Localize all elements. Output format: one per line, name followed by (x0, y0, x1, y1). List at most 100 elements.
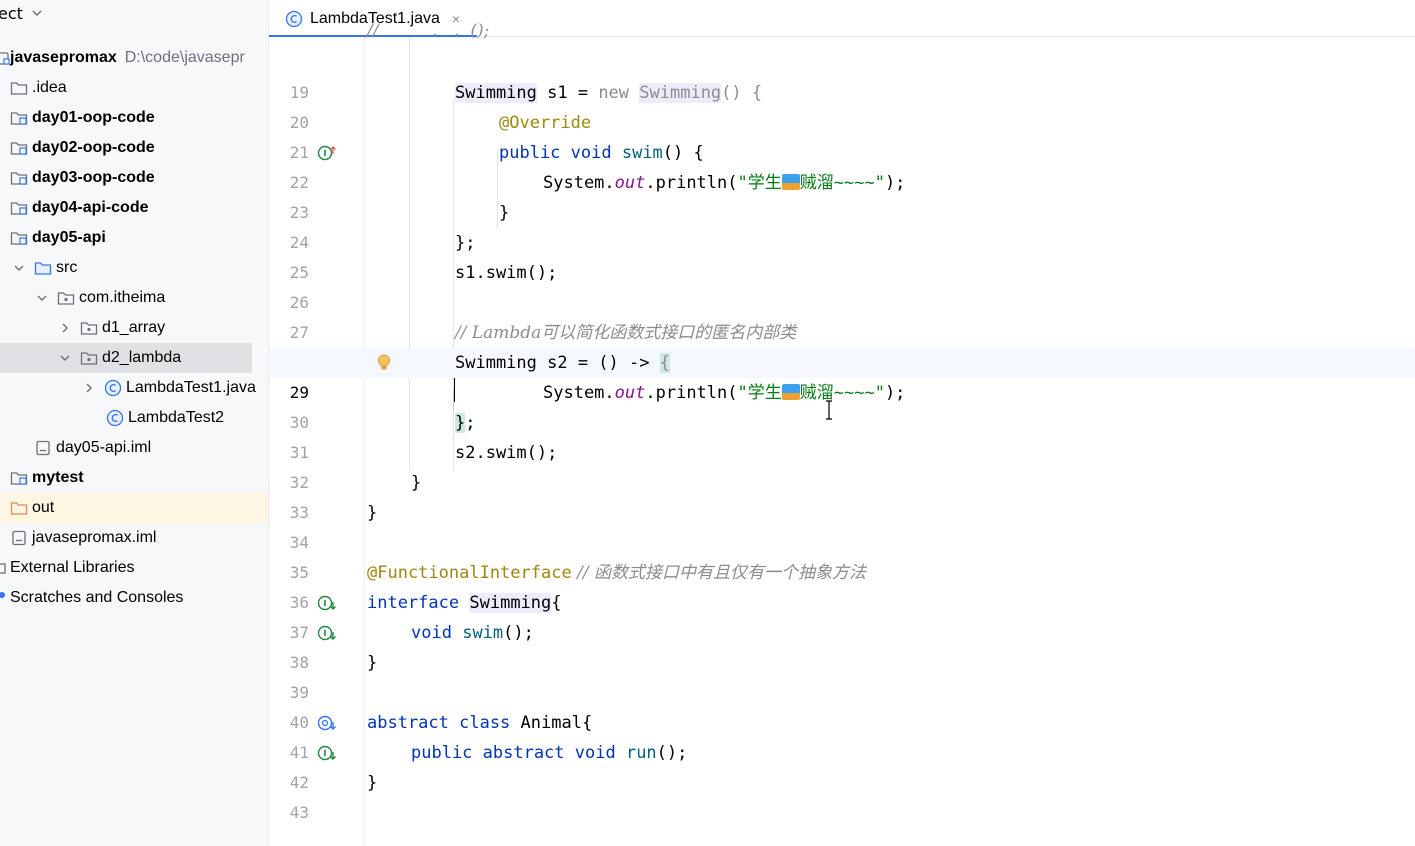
tree-item-label: External Libraries (10, 559, 135, 576)
tree-item-com-itheima[interactable]: com.itheima (0, 283, 268, 313)
tree-item-idea[interactable]: .idea (0, 73, 268, 103)
tree-item-label: javasepromax (10, 49, 117, 66)
iml-file-icon (34, 439, 52, 457)
tree-item-label: Scratches and Consoles (10, 589, 184, 606)
project-view-title[interactable]: ect (0, 4, 23, 23)
text-caret (454, 378, 455, 402)
tree-item-scratches[interactable]: Scratches and Consoles (0, 583, 268, 613)
source-folder-icon (34, 259, 52, 277)
implemented-icon[interactable] (317, 624, 337, 642)
code-line-36: 36 @FunctionalInterface // 函数式接口中有且仅有一个抽… (269, 558, 1415, 612)
code-line-partial: // . . (); (269, 16, 1415, 46)
tree-item-mytest[interactable]: mytest (0, 463, 268, 493)
override-method-icon[interactable] (317, 144, 337, 162)
code-text: @Override (499, 113, 592, 133)
code-text: s2.swim(); (455, 443, 558, 463)
chevron-right-icon[interactable] (82, 381, 96, 395)
project-view-header[interactable]: ect (0, 0, 268, 26)
chevron-right-icon[interactable] (58, 321, 72, 335)
code-text: System.out.println("学生 贼溜~~~~"); (543, 173, 906, 193)
module-folder-icon (10, 469, 28, 487)
implemented-icon[interactable] (317, 594, 337, 612)
code-line-40: 40 (269, 678, 1415, 732)
swimmer-emoji-icon (781, 174, 800, 190)
tree-item-label: day02-oop-code (32, 139, 155, 156)
code-text: }; (455, 413, 476, 433)
implemented-icon[interactable] (317, 744, 337, 762)
code-line-42: 42 public abstract void run(); (269, 738, 1415, 792)
package-icon (57, 289, 75, 307)
code-text: Swimming s1 = new Swimming() { (455, 83, 763, 103)
tree-item-day01-oop-code[interactable]: day01-oop-code (0, 103, 268, 133)
chevron-down-icon[interactable] (58, 351, 72, 365)
code-line-24: 24 } (269, 198, 1415, 252)
code-text: s1.swim(); (455, 263, 558, 283)
tree-item-label: day05-api (32, 229, 106, 246)
code-text: abstract class Animal{ (367, 713, 593, 733)
chevron-down-icon[interactable] (31, 7, 43, 19)
code-line-37: 37 interface Swimming{ (269, 588, 1415, 642)
tree-item-day04-api-code[interactable]: day04-api-code (0, 193, 268, 223)
module-folder-icon (10, 139, 28, 157)
project-tool-window: ect javasepromax D:\code\javasepr .idea … (0, 0, 269, 846)
lightbulb-icon[interactable] (375, 354, 395, 372)
tree-item-d1-array[interactable]: d1_array (0, 313, 268, 343)
iml-file-icon (10, 529, 28, 547)
tree-item-external-libraries[interactable]: External Libraries (0, 553, 268, 583)
code-text: interface Swimming{ (367, 593, 562, 613)
tree-item-src[interactable]: src (0, 253, 268, 283)
tree-item-day05-api-iml[interactable]: day05-api.iml (0, 433, 268, 463)
tree-item-javasepromax[interactable]: javasepromax D:\code\javasepr (0, 43, 268, 73)
tree-item-label: javasepromax.iml (32, 529, 157, 546)
tree-item-out[interactable]: out (0, 493, 268, 523)
code-line-39: 39 } (269, 648, 1415, 702)
code-line-33: 33 } (269, 468, 1415, 522)
subclassed-icon[interactable] (317, 714, 337, 732)
code-line-28: 28 // Lambda可以简化函数式接口的匿名内部类 (269, 318, 1415, 372)
tree-item-label: LambdaTest1.java (126, 379, 256, 396)
scratches-icon (0, 589, 10, 607)
package-icon (80, 349, 98, 367)
tree-item-day05-api[interactable]: day05-api (0, 223, 268, 253)
tree-item-lambdatest1[interactable]: LambdaTest1.java (0, 373, 268, 403)
tree-item-label: com.itheima (79, 289, 166, 306)
folder-icon (10, 79, 28, 97)
code-line-31: 31 }; (269, 408, 1415, 462)
tree-item-d2-lambda[interactable]: d2_lambda (0, 343, 252, 373)
tree-item-label: mytest (32, 469, 84, 486)
line-number: 43 (289, 803, 309, 822)
code-line-27: 27 (269, 288, 1415, 342)
code-line-34: 34 } (269, 498, 1415, 552)
tree-item-label: d1_array (102, 319, 166, 336)
code-editor[interactable]: // . . (); 19 20 Swimming s1 = new Swimm… (269, 21, 1415, 846)
code-line-32: 32 s2.swim(); (269, 438, 1415, 492)
code-comment: // Lambda可以简化函数式接口的匿名内部类 (455, 323, 797, 343)
module-folder-icon (10, 229, 28, 247)
class-icon (106, 409, 124, 427)
tree-item-path: D:\code\javasepr (124, 49, 245, 66)
tree-item-label: LambdaTest2 (128, 409, 225, 426)
class-icon (104, 379, 122, 397)
code-text: // . . (); (367, 21, 490, 41)
tree-item-label: day01-oop-code (32, 109, 155, 126)
code-text: } (367, 773, 378, 793)
code-line-25: 25 }; (269, 228, 1415, 282)
tree-item-lambdatest2[interactable]: LambdaTest2 (0, 403, 268, 433)
tree-item-javasepromax-iml[interactable]: javasepromax.iml (0, 523, 268, 553)
tree-item-day02-oop-code[interactable]: day02-oop-code (0, 133, 268, 163)
code-line-26: 26 s1.swim(); (269, 258, 1415, 312)
code-text: System.out.println("学生 贼溜~~~~"); (543, 383, 906, 403)
tree-item-label: day05-api.iml (56, 439, 152, 456)
code-line-20: 20 Swimming s1 = new Swimming() { (269, 78, 1415, 132)
code-line-23: 23 System.out.println("学生 贼溜~~~~"); (269, 168, 1415, 222)
code-line-38: 38 void swim(); (269, 618, 1415, 672)
code-text: public abstract void run(); (411, 743, 688, 763)
code-text: } (499, 203, 510, 223)
module-folder-icon (10, 109, 28, 127)
code-line-41: 41 abstract class Animal{ (269, 708, 1415, 762)
excluded-folder-icon (10, 499, 28, 517)
code-text: } (367, 503, 378, 523)
tree-item-day03-oop-code[interactable]: day03-oop-code (0, 163, 268, 193)
chevron-down-icon[interactable] (35, 291, 49, 305)
chevron-down-icon[interactable] (12, 261, 26, 275)
